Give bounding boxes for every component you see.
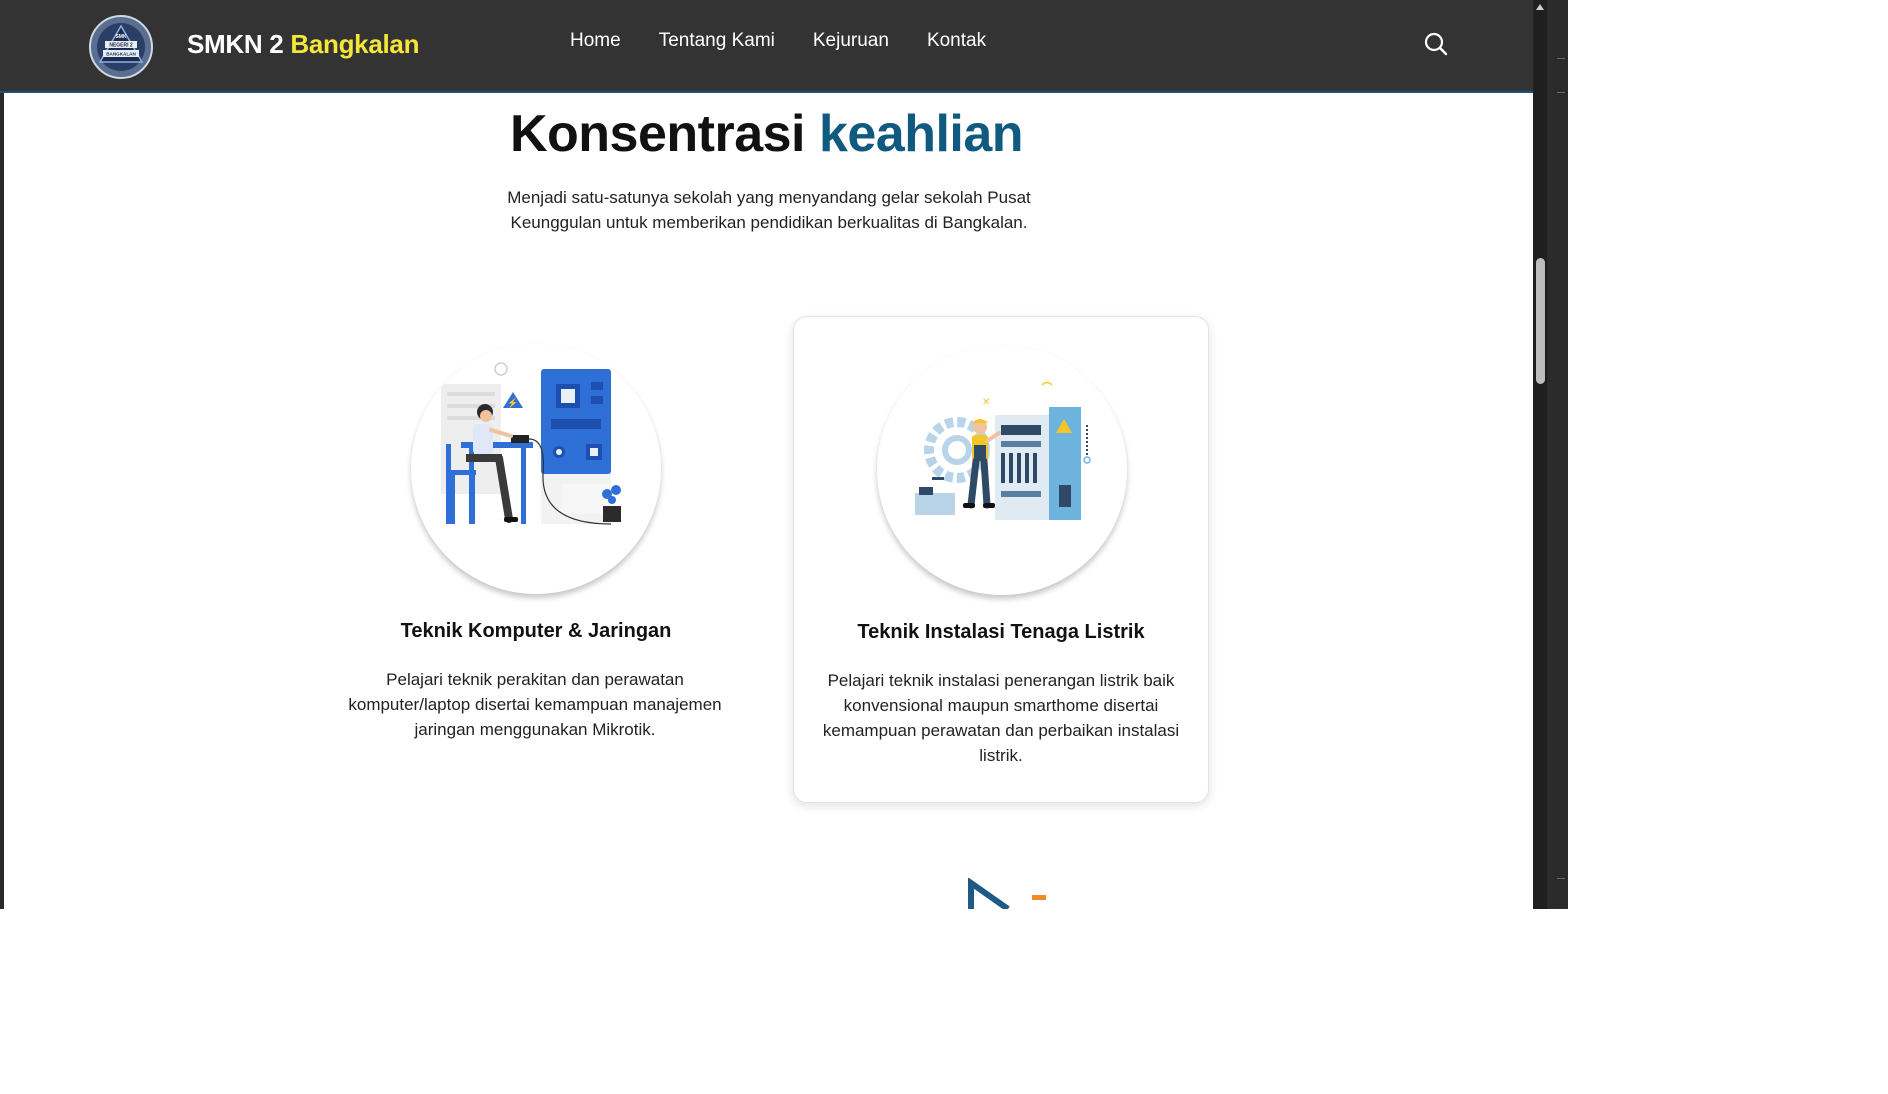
scrollbar[interactable]: [1533, 0, 1547, 909]
school-logo[interactable]: SMK NEGERI 2 BANGKALAN: [88, 14, 154, 80]
next-card-illustration-peek: [968, 878, 1046, 909]
svg-text:NEGERI 2: NEGERI 2: [109, 43, 133, 49]
svg-text:⚡: ⚡: [507, 397, 518, 409]
card-image: ✕: [877, 345, 1127, 595]
computer-technician-illustration: ⚡: [441, 362, 621, 525]
heading-primary: Konsentrasi: [509, 105, 806, 163]
nav-kontak[interactable]: Kontak: [927, 30, 986, 52]
electrician-illustration: ✕: [915, 381, 1091, 520]
search-icon[interactable]: [1423, 31, 1449, 57]
card-titl[interactable]: ✕ Teknik Instalasi Tenaga Listrik Pelaja…: [793, 316, 1209, 803]
nav-tentang-kami[interactable]: Tentang Kami: [659, 30, 775, 52]
card-description: Pelajari teknik instalasi penerangan lis…: [822, 671, 1180, 765]
section-heading: Konsentrasi keahlian: [0, 104, 1533, 164]
svg-text:SMK: SMK: [115, 34, 127, 40]
card-tkj[interactable]: ⚡ Teknik Komputer & Jaringan Pelajari te…: [328, 316, 744, 803]
site-header: SMK NEGERI 2 BANGKALAN SMKN 2 Bangkalan …: [0, 0, 1533, 93]
brand-accent: Bangkalan: [290, 29, 420, 59]
brand-primary: SMKN 2: [187, 29, 284, 59]
card-title: Teknik Instalasi Tenaga Listrik: [857, 621, 1145, 643]
card-title: Teknik Komputer & Jaringan: [400, 620, 672, 642]
scrollbar-thumb[interactable]: [1536, 258, 1545, 384]
card-description: Pelajari teknik perakitan dan perawatan …: [348, 670, 722, 739]
nav-home[interactable]: Home: [570, 30, 621, 52]
svg-text:✕: ✕: [982, 397, 990, 408]
section-subtitle: Menjadi satu-satunya sekolah yang menyan…: [507, 188, 1031, 232]
gutter-divider: [1557, 92, 1565, 93]
gutter-divider: [1557, 58, 1565, 59]
brand-name[interactable]: SMKN 2 Bangkalan: [187, 29, 419, 60]
main-nav: Home Tentang Kami Kejuruan Kontak: [570, 30, 986, 52]
heading-accent: keahlian: [818, 105, 1024, 163]
gutter-divider: [1557, 878, 1565, 879]
nav-kejuruan[interactable]: Kejuruan: [813, 30, 889, 52]
scroll-up-arrow-icon[interactable]: [1536, 4, 1544, 10]
svg-text:BANGKALAN: BANGKALAN: [106, 52, 136, 57]
card-image: ⚡: [411, 344, 661, 594]
